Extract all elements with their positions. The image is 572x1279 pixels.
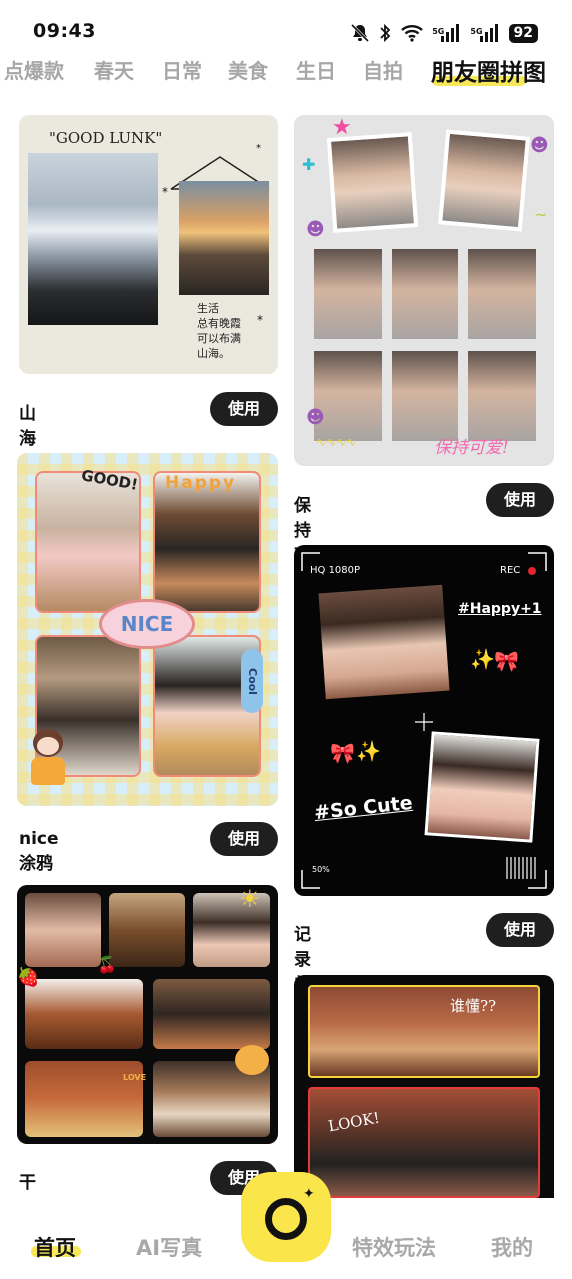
star-sticker: ★ (332, 115, 352, 140)
sparkle-sticker: ✨ (470, 647, 495, 671)
selfie-photo (392, 351, 458, 441)
girl-photo (35, 471, 141, 613)
template-preview[interactable]: ★ ✚ ☻ ☻ ~ ☻ ∿∿∿∿ 保持可爱! (294, 115, 554, 466)
plus-sticker: ✚ (302, 155, 316, 174)
battery-indicator: 92 (508, 23, 538, 43)
mute-bell-icon (351, 23, 370, 43)
star-doodle: * (162, 185, 168, 199)
template-preview[interactable]: 谁懂?? LOOK! (294, 975, 554, 1198)
template-preview[interactable]: HQ 1080P REC #Happy+1 ✨ 🎀 🎀 ✨ #So Cute 5… (294, 545, 554, 896)
signal-group-1: 5G (432, 24, 462, 42)
use-button[interactable]: 使用 (486, 483, 554, 517)
camera-button[interactable]: ✦ (241, 1172, 331, 1262)
sparkle-sticker: ✨ (356, 739, 381, 763)
status-icons: 5G 5G 92 (350, 20, 538, 46)
who-gets-it-sticker: 谁懂?? (450, 997, 497, 1015)
happy-sticker: Happy (165, 473, 237, 493)
nav-effects[interactable]: 特效玩法 (352, 1232, 436, 1262)
guitar-photo (308, 985, 540, 1078)
hud-rec: REC (500, 565, 521, 576)
tab-trending[interactable]: 点爆款 (4, 55, 64, 84)
cool-sticker: Cool (241, 649, 263, 713)
squiggle-sticker: ~ (534, 205, 548, 224)
smiley-sticker: ☻ (306, 219, 325, 240)
wifi-icon (401, 25, 424, 42)
template-title: nice涂鸦 (19, 829, 59, 874)
steak-photo (25, 979, 143, 1049)
network-type-label: 5G (470, 27, 483, 36)
star-doodle: * (257, 313, 263, 327)
sofa-photo (308, 1087, 540, 1198)
bluetooth-icon (380, 23, 391, 43)
hud-resolution: HQ 1080P (310, 565, 361, 576)
handwritten-note: 生活 总有晚霞 可以布满 山海。 (197, 301, 241, 361)
hud-battery: 50% (312, 865, 330, 874)
tab-moments-collage[interactable]: 朋友圈拼图 (431, 53, 546, 87)
use-button[interactable]: 使用 (210, 822, 278, 856)
nav-ai-portrait[interactable]: AI写真 (136, 1232, 202, 1262)
note-line: 山海。 (197, 347, 230, 360)
star-doodle: * (256, 143, 261, 154)
template-preview[interactable]: GOOD! Happy NICE Cool (17, 453, 278, 806)
caption-text: "GOOD LUNK" (49, 129, 163, 147)
smiley-sticker: ☻ (306, 407, 325, 428)
tab-birthday[interactable]: 生日 (296, 55, 336, 84)
template-preview[interactable]: ☀ 🍓 🍒 LOVE (17, 885, 278, 1144)
status-bar: 09:43 5G 5G 92 (0, 0, 572, 52)
rec-dot-icon (528, 567, 536, 575)
sunset-photo (179, 181, 269, 295)
network-type-label: 5G (432, 27, 445, 36)
tab-spring[interactable]: 春天 (94, 55, 134, 84)
selfie-photo (468, 249, 536, 339)
cute-sticker-text: 保持可爱! (434, 438, 509, 458)
food-photo (109, 893, 185, 967)
selfie-photo (468, 351, 536, 441)
nav-mine[interactable]: 我的 (491, 1232, 533, 1262)
bow-sticker: 🎀 (494, 649, 519, 673)
snow-photo (28, 153, 158, 325)
selfie-photo (438, 129, 530, 232)
tab-food[interactable]: 美食 (228, 55, 268, 84)
smiley-sticker: ☻ (530, 135, 549, 156)
food-photo (153, 979, 270, 1049)
girl-photo (25, 893, 101, 967)
happy-tag: #Happy+1 (458, 601, 542, 617)
strawberry-sticker: 🍓 (17, 967, 40, 988)
note-line: 生活 (197, 302, 219, 315)
wave-sticker: ∿∿∿∿ (316, 435, 357, 449)
signal-group-2: 5G (470, 24, 500, 42)
sparkle-icon: ✦ (303, 1186, 315, 1202)
tab-selfie[interactable]: 自拍 (363, 55, 403, 84)
camera-icon (265, 1198, 307, 1240)
love-sticker: LOVE (123, 1073, 147, 1082)
nice-sticker: NICE (99, 599, 195, 649)
bow-sticker: 🎀 (330, 741, 355, 765)
sun-sticker: ☀ (239, 885, 261, 913)
note-line: 总有晚霞 (197, 317, 241, 330)
selfie-photo (318, 584, 450, 700)
template-preview[interactable]: "GOOD LUNK" 生活 总有晚霞 可以布满 山海。 * * * (19, 115, 278, 374)
selfie-photo (392, 249, 458, 339)
selfie-photo (424, 731, 540, 843)
selfie-photo (326, 132, 419, 233)
selfie-photo (314, 249, 382, 339)
category-tabs: 点爆款 春天 日常 美食 生日 自拍 朋友圈拼图 (0, 52, 572, 92)
use-button[interactable]: 使用 (210, 392, 278, 426)
tab-daily[interactable]: 日常 (162, 55, 202, 84)
cherry-sticker: 🍒 (97, 955, 117, 974)
note-line: 可以布满 (197, 332, 241, 345)
hud-barcode (506, 857, 536, 879)
status-time: 09:43 (33, 20, 96, 42)
bear-sticker (235, 1045, 269, 1075)
use-button[interactable]: 使用 (486, 913, 554, 947)
nav-home[interactable]: 首页 (34, 1232, 76, 1262)
template-title: 山海 (19, 404, 36, 449)
cartoon-girl-sticker (25, 729, 71, 795)
